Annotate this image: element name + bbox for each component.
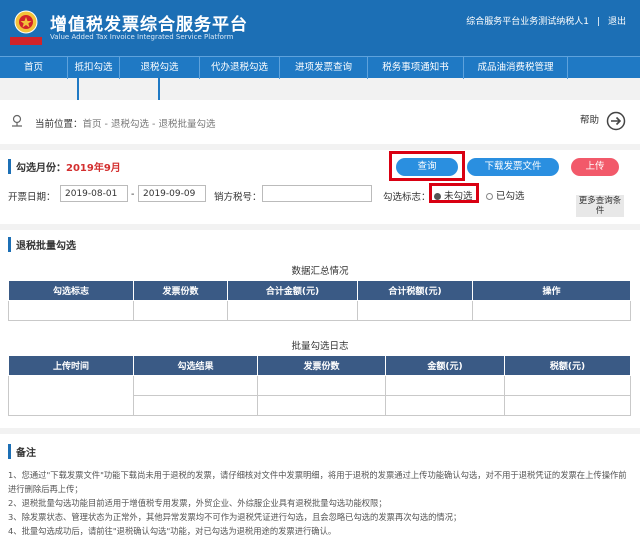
- query-button-highlight: [389, 151, 465, 181]
- date-to-input[interactable]: [138, 185, 206, 202]
- select-month-label: 勾选月份：: [16, 163, 66, 174]
- user-separator: |: [596, 17, 600, 27]
- radio-selected[interactable]: 已勾选: [486, 188, 525, 202]
- help-label: 帮助: [579, 115, 599, 126]
- notes-title: 备注: [8, 444, 36, 459]
- note-item-2: 2、退税批量勾选功能目前适用于增值税专用发票，外贸企业、外综服企业具有退税批量勾…: [8, 498, 387, 508]
- logout-link[interactable]: 退出: [608, 17, 626, 27]
- breadcrumb-label: 当前位置：: [35, 119, 83, 130]
- seller-tax-id-input[interactable]: [262, 185, 372, 202]
- nav-dropdown-line: [77, 78, 79, 100]
- upload-button[interactable]: 上传: [571, 158, 619, 176]
- app-title: 增值税发票综合服务平台: [50, 15, 248, 35]
- date-range-dash: -: [131, 189, 135, 200]
- select-flag-label: 勾选标志：: [383, 192, 431, 203]
- download-invoice-file-button[interactable]: 下载发票文件: [467, 158, 559, 176]
- nav-tax-notice[interactable]: 税务事项通知书: [368, 57, 464, 79]
- log-caption: 批量勾选日志: [291, 341, 349, 352]
- nav-refund-select[interactable]: 退税勾选: [120, 57, 200, 79]
- batch-select-title: 退税批量勾选: [8, 237, 76, 252]
- summary-col-count: 发票份数: [133, 280, 228, 301]
- radio-selected-label: 已勾选: [496, 191, 525, 202]
- radio-highlight: [429, 183, 479, 203]
- help-link[interactable]: 帮助: [580, 110, 626, 132]
- location-pin-icon: [12, 114, 22, 127]
- log-col-count: 发票份数: [257, 355, 386, 376]
- breadcrumb-path[interactable]: 首页 - 退税勾选 - 退税批量勾选: [83, 119, 216, 130]
- note-item-4: 4、批量勾选成功后，请前往"退税确认勾选"功能，对已勾选为退税用途的发票进行确认…: [8, 526, 337, 536]
- user-name: 综合服务平台业务测试纳税人1: [466, 17, 589, 27]
- summary-caption: 数据汇总情况: [291, 266, 349, 277]
- notes-panel: 备注 1、您通过"下载发票文件"功能下载尚未用于退税的发票，请仔细核对文件中发票…: [0, 434, 640, 548]
- nav-deduction-select[interactable]: 抵扣勾选: [68, 57, 120, 79]
- log-col-tax: 税额(元): [504, 355, 631, 376]
- seller-tax-id-label: 销方税号：: [214, 192, 262, 203]
- select-month-value: 2019年9月: [66, 163, 121, 174]
- log-table: 上传时间 勾选结果 发票份数 金额(元) 税额(元): [8, 355, 631, 416]
- summary-col-action: 操作: [472, 280, 631, 301]
- breadcrumb-text: 当前位置：首页 - 退税勾选 - 退税批量勾选: [35, 116, 215, 130]
- summary-header-row: 勾选标志 发票份数 合计金额(元) 合计税额(元) 操作: [8, 280, 631, 301]
- more-query-conditions-button[interactable]: 更多查询条件: [576, 195, 624, 217]
- log-col-upload-time: 上传时间: [8, 355, 134, 376]
- main-nav: 首页 抵扣勾选 退税勾选 代办退税勾选 进项发票查询 税务事项通知书 成品油消费…: [0, 56, 640, 79]
- app-header: 增值税发票综合服务平台 Value Added Tax Invoice Inte…: [0, 0, 640, 56]
- nav-dropdown-line: [158, 78, 160, 100]
- tax-emblem-logo: [10, 10, 42, 45]
- summary-col-tax: 合计税额(元): [357, 280, 473, 301]
- user-area: 综合服务平台业务测试纳税人1 | 退出: [466, 14, 626, 27]
- note-item-1: 1、您通过"下载发票文件"功能下载尚未用于退税的发票，请仔细核对文件中发票明细，…: [8, 470, 627, 494]
- log-header-row: 上传时间 勾选结果 发票份数 金额(元) 税额(元): [8, 355, 631, 376]
- summary-col-flag: 勾选标志: [8, 280, 134, 301]
- note-item-3: 3、除发票状态、管理状态为正常外，其他异常发票均不可作为退税凭证进行勾选，且会忽…: [8, 512, 462, 522]
- nav-agent-refund-select[interactable]: 代办退税勾选: [200, 57, 280, 79]
- app-subtitle: Value Added Tax Invoice Integrated Servi…: [50, 33, 234, 41]
- table-row: [8, 375, 631, 416]
- arrow-right-circle-icon: [606, 111, 626, 130]
- table-row: [8, 300, 631, 321]
- log-col-amount: 金额(元): [385, 355, 505, 376]
- summary-col-amount: 合计金额(元): [227, 280, 358, 301]
- breadcrumb: 当前位置：首页 - 退税勾选 - 退税批量勾选 帮助: [0, 100, 640, 144]
- nav-input-invoice-query[interactable]: 进项发票查询: [280, 57, 368, 79]
- nav-home[interactable]: 首页: [0, 57, 68, 79]
- log-col-result: 勾选结果: [133, 355, 258, 376]
- date-from-input[interactable]: [60, 185, 128, 202]
- select-month-title: 勾选月份：2019年9月: [8, 159, 121, 174]
- invoice-date-label: 开票日期：: [8, 192, 56, 203]
- nav-oil-consumption-tax[interactable]: 成品油消费税管理: [464, 57, 568, 79]
- summary-table: 勾选标志 发票份数 合计金额(元) 合计税额(元) 操作: [8, 280, 631, 321]
- radio-dot-icon: [486, 193, 493, 200]
